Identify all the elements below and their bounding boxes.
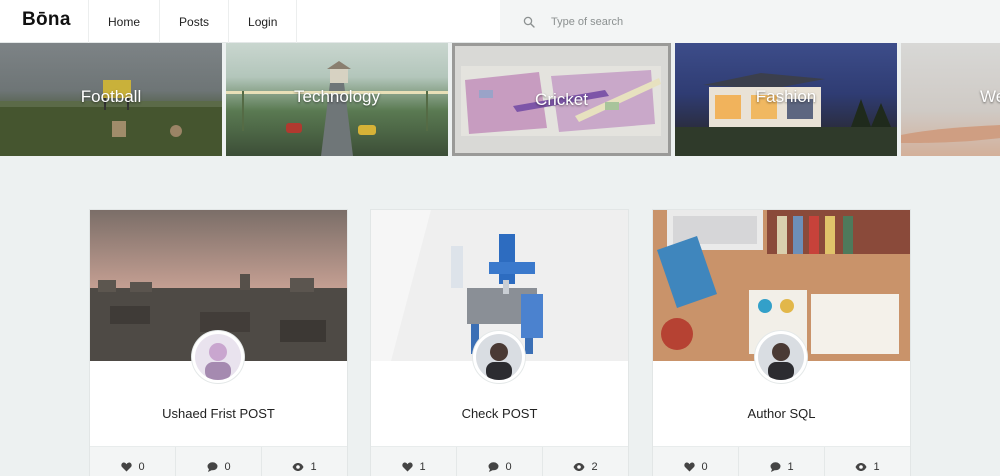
category-carousel: Football Technology Cricket Fashion W bbox=[0, 43, 1000, 156]
category-partial[interactable]: We bbox=[901, 43, 1000, 156]
avatar-photo bbox=[758, 334, 804, 380]
category-label: Fashion bbox=[755, 87, 817, 106]
author-avatar[interactable] bbox=[192, 331, 244, 383]
post-stats: 0 1 1 bbox=[653, 446, 910, 476]
view-count[interactable]: 1 bbox=[825, 447, 910, 476]
nav-home[interactable]: Home bbox=[88, 0, 159, 43]
comment-count-value: 0 bbox=[224, 460, 231, 473]
main-nav: Home Posts Login bbox=[88, 0, 298, 43]
post-card[interactable]: Author SQL 0 1 1 bbox=[652, 209, 911, 476]
post-stats: 1 0 2 bbox=[371, 446, 628, 476]
category-label: Technology bbox=[293, 87, 380, 106]
search-input[interactable] bbox=[551, 15, 971, 28]
post-card[interactable]: Ushaed Frist POST 0 0 1 bbox=[89, 209, 348, 476]
comment-icon bbox=[769, 461, 781, 473]
avatar-photo bbox=[476, 334, 522, 380]
top-header: Bōna Home Posts Login bbox=[0, 0, 1000, 43]
like-count[interactable]: 0 bbox=[90, 447, 176, 476]
post-card[interactable]: Check POST 1 0 2 bbox=[370, 209, 629, 476]
nav-login[interactable]: Login bbox=[228, 0, 298, 43]
eye-icon bbox=[855, 461, 867, 473]
category-fashion[interactable]: Fashion bbox=[675, 43, 897, 156]
post-title[interactable]: Check POST bbox=[371, 406, 628, 421]
view-count-value: 1 bbox=[310, 460, 317, 473]
like-count[interactable]: 0 bbox=[653, 447, 739, 476]
comment-count[interactable]: 0 bbox=[457, 447, 543, 476]
author-avatar[interactable] bbox=[755, 331, 807, 383]
like-count-value: 0 bbox=[138, 460, 145, 473]
comment-count-value: 0 bbox=[505, 460, 512, 473]
heart-icon bbox=[683, 461, 695, 473]
view-count[interactable]: 1 bbox=[262, 447, 347, 476]
comment-icon bbox=[487, 461, 499, 473]
comment-count[interactable]: 1 bbox=[739, 447, 825, 476]
comment-count-value: 1 bbox=[787, 460, 794, 473]
heart-icon bbox=[120, 461, 132, 473]
post-title[interactable]: Author SQL bbox=[653, 406, 910, 421]
like-count[interactable]: 1 bbox=[371, 447, 457, 476]
view-count-value: 1 bbox=[873, 460, 880, 473]
category-label: Cricket bbox=[535, 90, 588, 109]
search-icon[interactable] bbox=[522, 15, 536, 29]
category-label: Football bbox=[80, 87, 142, 106]
post-title[interactable]: Ushaed Frist POST bbox=[90, 406, 347, 421]
post-stats: 0 0 1 bbox=[90, 446, 347, 476]
heart-icon bbox=[401, 461, 413, 473]
comment-count[interactable]: 0 bbox=[176, 447, 262, 476]
view-count-value: 2 bbox=[591, 460, 598, 473]
search-bar bbox=[500, 0, 1000, 43]
category-football[interactable]: Football bbox=[0, 43, 222, 156]
like-count-value: 1 bbox=[419, 460, 426, 473]
like-count-value: 0 bbox=[701, 460, 708, 473]
author-avatar[interactable] bbox=[473, 331, 525, 383]
view-count[interactable]: 2 bbox=[543, 447, 628, 476]
category-label: We bbox=[980, 87, 1000, 106]
category-cricket[interactable]: Cricket bbox=[452, 43, 671, 156]
avatar-photo bbox=[195, 334, 241, 380]
nav-posts[interactable]: Posts bbox=[159, 0, 228, 43]
category-technology[interactable]: Technology bbox=[226, 43, 448, 156]
eye-icon bbox=[573, 461, 585, 473]
comment-icon bbox=[206, 461, 218, 473]
eye-icon bbox=[292, 461, 304, 473]
site-logo[interactable]: Bōna bbox=[22, 9, 71, 31]
